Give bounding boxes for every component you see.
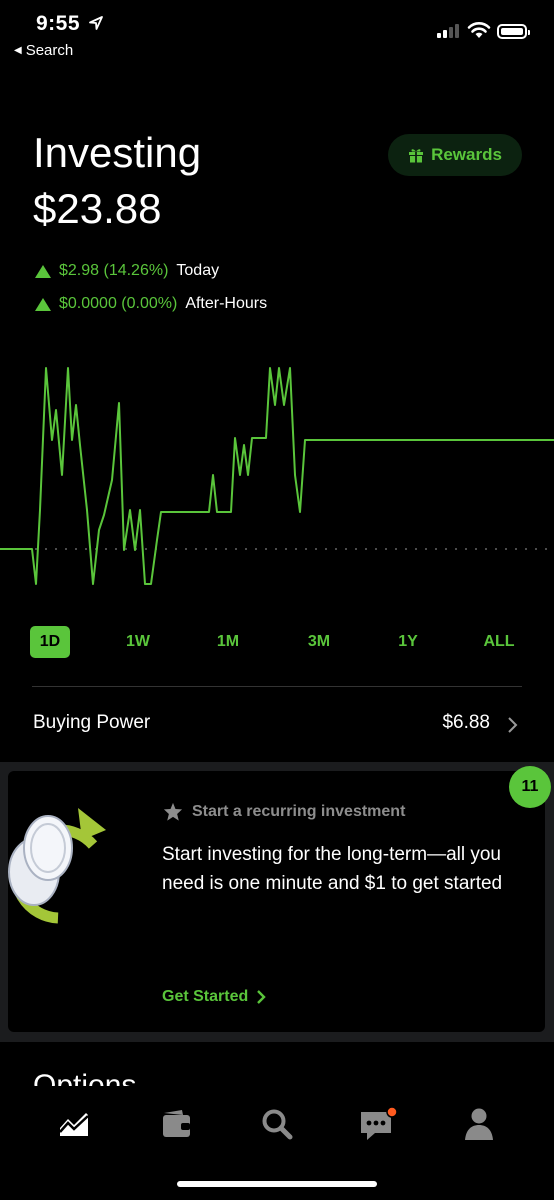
after-hours-change-row: $0.0000 (0.00%) After-Hours (35, 295, 267, 313)
location-arrow-icon (89, 16, 103, 30)
chart-icon (59, 1113, 89, 1136)
buying-power-value[interactable]: $6.88 (380, 712, 490, 734)
recurring-coins-illustration (8, 808, 106, 924)
get-started-button[interactable]: Get Started (162, 988, 266, 1006)
messages-icon (361, 1107, 397, 1140)
range-1m[interactable]: 1M (208, 626, 248, 658)
range-all[interactable]: ALL (478, 626, 520, 658)
price-line (0, 367, 554, 585)
tab-home[interactable] (54, 1104, 94, 1144)
card-eyebrow: Start a recurring investment (163, 802, 405, 821)
chevron-right-icon (257, 990, 266, 1004)
rewards-button[interactable]: Rewards (388, 134, 522, 176)
wallet-icon (163, 1110, 190, 1137)
home-indicator[interactable] (177, 1181, 377, 1187)
chevron-right-icon[interactable] (507, 716, 519, 734)
rewards-label: Rewards (431, 145, 502, 164)
back-arrow-icon: ◀ (14, 45, 22, 56)
today-change-row: $2.98 (14.26%) Today (35, 262, 219, 280)
range-3m[interactable]: 3M (299, 626, 339, 658)
search-icon (262, 1109, 293, 1140)
today-label: Today (176, 262, 220, 279)
tab-cash[interactable] (156, 1104, 196, 1144)
notification-count-badge: 11 (509, 766, 551, 808)
range-1d[interactable]: 1D (30, 626, 70, 658)
back-label: Search (25, 42, 74, 59)
portfolio-chart[interactable] (0, 350, 554, 600)
battery-icon (497, 24, 530, 39)
after-hours-label: After-Hours (185, 295, 268, 312)
range-selector: 1D 1W 1M 3M 1Y ALL (0, 626, 554, 660)
wifi-icon (467, 22, 491, 38)
gift-icon (409, 149, 424, 163)
get-started-label: Get Started (162, 988, 249, 1005)
tab-messages[interactable] (358, 1104, 398, 1144)
today-change-value: $2.98 (14.26%) (59, 262, 169, 279)
back-to-search-link[interactable]: ◀ Search (14, 42, 73, 59)
account-icon (465, 1108, 493, 1140)
signal-icon (437, 24, 459, 38)
range-1y[interactable]: 1Y (388, 626, 428, 658)
tab-search[interactable] (257, 1104, 297, 1144)
tab-account[interactable] (459, 1104, 499, 1144)
status-time: 9:55 (36, 12, 81, 35)
divider (32, 686, 522, 687)
page-title: Investing (33, 129, 202, 176)
up-arrow-icon (35, 297, 51, 311)
card-body-text: Start investing for the long-term—all yo… (162, 844, 503, 894)
portfolio-value: $23.88 (33, 185, 162, 232)
star-icon (163, 802, 183, 821)
up-arrow-icon (35, 264, 51, 278)
range-1w[interactable]: 1W (118, 626, 158, 658)
after-hours-change-value: $0.0000 (0.00%) (59, 295, 178, 312)
card-eyebrow-text: Start a recurring investment (192, 802, 406, 820)
buying-power-label[interactable]: Buying Power (33, 712, 150, 734)
